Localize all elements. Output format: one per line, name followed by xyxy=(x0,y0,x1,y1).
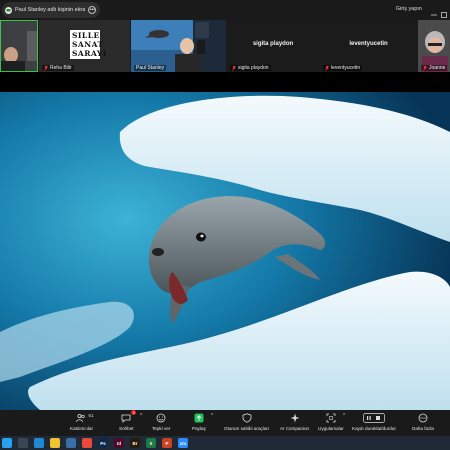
participants-icon: 61 xyxy=(75,412,94,424)
chat-unread-badge: 3 xyxy=(131,410,137,415)
top-bar: Paul Stanley adlı kişinin ekra ••• Giriş… xyxy=(0,0,450,20)
video-tile-leventyucetin[interactable]: leventyucetin leventyucetin xyxy=(320,20,417,72)
file-explorer-icon[interactable] xyxy=(50,438,60,448)
share-options-chevron-icon[interactable]: ^ xyxy=(211,413,213,419)
participant-center-name: sigita playdon xyxy=(252,41,294,47)
share-button[interactable]: Paylaş xyxy=(192,412,206,431)
chat-options-chevron-icon[interactable]: ^ xyxy=(140,413,142,419)
host-tools-button[interactable]: Oturum sahibi araçları xyxy=(224,412,269,431)
excel-icon[interactable]: X xyxy=(146,438,156,448)
indesign-icon[interactable]: Id xyxy=(114,438,124,448)
ai-companion-label: AI Companion xyxy=(280,426,310,431)
sille-sanat-sarayi-logo: SILLE SANAT SARAYI xyxy=(70,30,107,59)
store-icon[interactable] xyxy=(66,438,76,448)
chat-label: Sohbet xyxy=(119,426,134,431)
participant-name: Paul Stanley xyxy=(134,65,167,71)
edge-icon[interactable] xyxy=(34,438,44,448)
zoom-icon[interactable]: zm xyxy=(178,438,188,448)
more-button[interactable]: Daha fazla xyxy=(412,412,434,431)
screen-share-indicator[interactable]: Paul Stanley adlı kişinin ekra ••• xyxy=(2,2,101,18)
screen-share-text: Paul Stanley adlı kişinin ekra xyxy=(15,7,86,13)
video-tile-sigita-playdon[interactable]: sigita playdon sigita playdon xyxy=(227,20,319,72)
apps-options-chevron-icon[interactable]: ^ xyxy=(343,413,345,419)
minimize-icon[interactable] xyxy=(431,5,437,16)
participants-button[interactable]: 61 Katılımcılar xyxy=(70,412,94,431)
share-screen-icon xyxy=(193,412,205,424)
powerpoint-icon[interactable]: P xyxy=(162,438,172,448)
participant-video xyxy=(1,21,37,71)
mic-muted-icon xyxy=(231,65,237,71)
participant-name: Joanne xyxy=(421,65,448,71)
window-controls xyxy=(431,5,447,18)
mic-muted-icon xyxy=(43,65,49,71)
shared-screen-view[interactable] xyxy=(0,92,450,410)
shield-icon xyxy=(241,412,253,424)
seal-under-ice-photo xyxy=(0,92,450,410)
more-dots-icon xyxy=(417,412,429,424)
participant-name: sigita playdon xyxy=(230,65,271,71)
video-tile-active-speaker[interactable] xyxy=(0,20,38,72)
photoshop-icon[interactable]: Ps xyxy=(98,438,108,448)
video-tile-reha-bilir[interactable]: SILLE SANAT SARAYI Reha Bilir xyxy=(39,20,130,72)
participants-label: Katılımcılar xyxy=(70,426,93,431)
mic-muted-icon xyxy=(324,65,330,71)
chat-button[interactable]: 3 Sohbet xyxy=(119,410,137,431)
mic-muted-icon xyxy=(422,65,428,71)
host-tools-label: Oturum sahibi araçları xyxy=(224,426,270,431)
participant-center-name: leventyucetin xyxy=(349,41,388,47)
react-button[interactable]: Tepki ver xyxy=(152,412,170,431)
sign-in-link[interactable]: Giriş yapın xyxy=(396,6,422,12)
pause-stop-recording-icon xyxy=(363,412,385,424)
more-label: Daha fazla xyxy=(412,426,434,431)
apps-label: Uygulamalar xyxy=(318,426,344,431)
sparkle-icon xyxy=(289,412,301,424)
participant-gallery: SILLE SANAT SARAYI Reha Bilir Paul Stanl… xyxy=(0,20,450,72)
apps-icon xyxy=(325,412,337,424)
smiley-icon xyxy=(155,412,167,424)
participant-name: leventyucetin xyxy=(323,65,363,71)
video-tile-paul-stanley[interactable]: Paul Stanley xyxy=(131,20,226,72)
recording-controls-label: Kaydı duraklat/durdur xyxy=(352,426,396,431)
meeting-toolbar: 61 Katılımcılar 3 Sohbet ^ Tepki ver Pay… xyxy=(0,410,450,436)
bridge-icon[interactable]: Br xyxy=(130,438,140,448)
chrome-icon[interactable] xyxy=(82,438,92,448)
share-label: Paylaş xyxy=(192,426,206,431)
chat-icon: 3 xyxy=(120,410,137,424)
ai-companion-button[interactable]: AI Companion xyxy=(280,412,309,431)
participant-name: Reha Bilir xyxy=(42,65,74,71)
screen-share-icon xyxy=(5,6,12,14)
participant-count: 61 xyxy=(88,413,94,418)
apps-button[interactable]: Uygulamalar xyxy=(318,412,344,431)
recording-controls-button[interactable]: Kaydı duraklat/durdur xyxy=(352,412,396,431)
search-icon[interactable] xyxy=(18,438,28,448)
more-options-icon[interactable]: ••• xyxy=(88,6,97,14)
maximize-icon[interactable] xyxy=(441,5,447,18)
video-tile-joanne[interactable]: Joanne xyxy=(418,20,450,72)
react-label: Tepki ver xyxy=(152,426,171,431)
windows-start-icon[interactable] xyxy=(2,438,12,448)
windows-taskbar: Ps Id Br X Pzm xyxy=(0,436,450,450)
